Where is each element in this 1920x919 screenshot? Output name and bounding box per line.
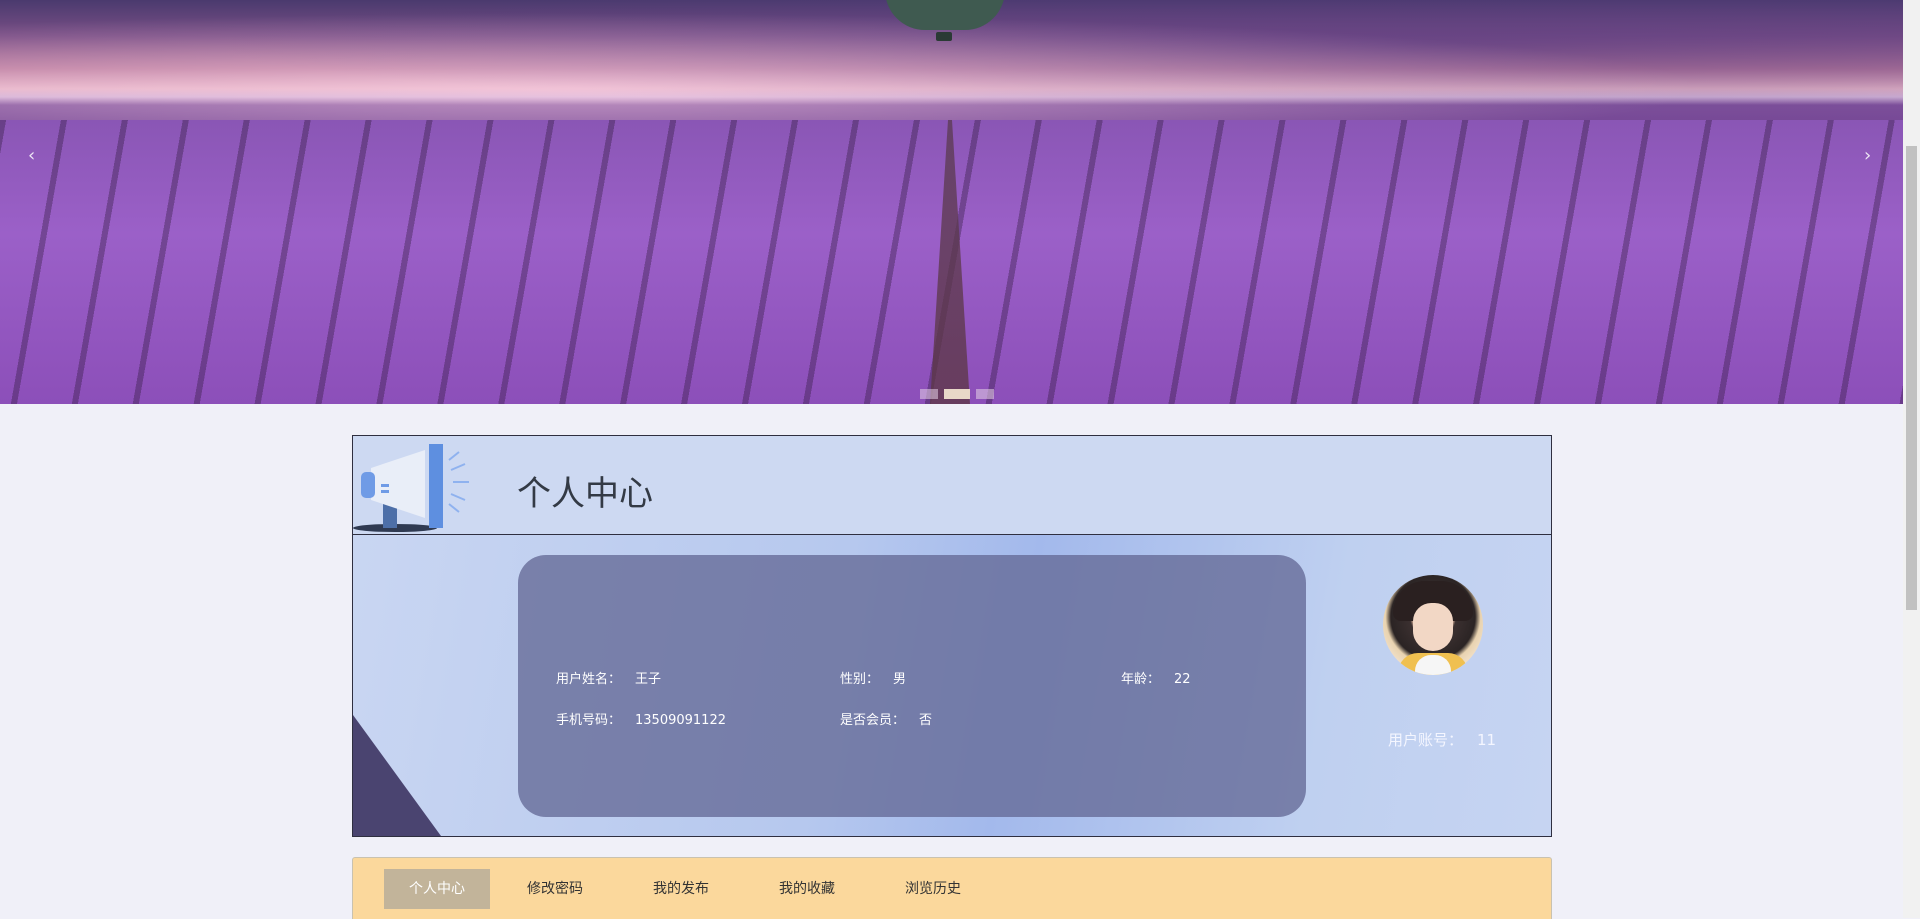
carousel-dot-1[interactable] bbox=[920, 389, 938, 399]
account-label: 用户账号： bbox=[1388, 731, 1464, 749]
tab-my-favorites[interactable]: 我的收藏 bbox=[765, 869, 849, 909]
tab-my-posts[interactable]: 我的发布 bbox=[639, 869, 723, 909]
carousel-next-icon[interactable]: › bbox=[1864, 145, 1871, 166]
megaphone-icon bbox=[353, 444, 469, 532]
page-scrollbar[interactable] bbox=[1903, 0, 1920, 918]
profile-header: 个人中心 bbox=[352, 435, 1552, 536]
field-name: 用户姓名： 王子 bbox=[556, 668, 661, 687]
field-phone-value: 13509091122 bbox=[635, 713, 726, 728]
page-title: 个人中心 bbox=[517, 475, 653, 513]
field-name-value: 王子 bbox=[635, 672, 662, 687]
field-member-value: 否 bbox=[919, 713, 933, 728]
tab-profile-center[interactable]: 个人中心 bbox=[384, 869, 490, 909]
avatar-face bbox=[1413, 603, 1453, 651]
profile-body: 用户姓名： 王子 性别： 男 年龄： 22 手机号码： 13509091122 是否会员… bbox=[352, 535, 1552, 837]
field-gender: 性别： 男 bbox=[840, 668, 906, 687]
field-member: 是否会员： 否 bbox=[840, 709, 932, 728]
field-phone: 手机号码： 13509091122 bbox=[556, 709, 726, 728]
field-age-label: 年龄： bbox=[1121, 672, 1161, 687]
field-phone-label: 手机号码： bbox=[556, 713, 622, 728]
carousel-prev-icon[interactable]: ‹ bbox=[28, 145, 35, 166]
field-name-label: 用户姓名： bbox=[556, 672, 622, 687]
scrollbar-thumb[interactable] bbox=[1906, 146, 1917, 610]
field-gender-value: 男 bbox=[893, 672, 907, 687]
carousel-dot-3[interactable] bbox=[976, 389, 994, 399]
field-gender-label: 性别： bbox=[840, 672, 880, 687]
field-age-value: 22 bbox=[1174, 672, 1191, 687]
banner-balloon-basket bbox=[936, 32, 952, 41]
tab-change-password[interactable]: 修改密码 bbox=[513, 869, 597, 909]
profile-tabs: 个人中心 修改密码 我的发布 我的收藏 浏览历史 bbox=[352, 857, 1552, 919]
account-value: 11 bbox=[1477, 731, 1497, 749]
profile-info-panel: 用户姓名： 王子 性别： 男 年龄： 22 手机号码： 13509091122 是否会员… bbox=[518, 555, 1306, 817]
carousel-dot-2[interactable] bbox=[944, 389, 970, 399]
account-info: 用户账号： 11 bbox=[1388, 729, 1496, 750]
carousel-indicators bbox=[920, 389, 994, 399]
decorative-triangle bbox=[353, 715, 441, 836]
tab-browse-history[interactable]: 浏览历史 bbox=[891, 869, 975, 909]
avatar bbox=[1383, 575, 1483, 675]
field-member-label: 是否会员： bbox=[840, 713, 906, 728]
field-age: 年龄： 22 bbox=[1121, 668, 1191, 687]
banner-carousel: ‹ › bbox=[0, 0, 1903, 404]
